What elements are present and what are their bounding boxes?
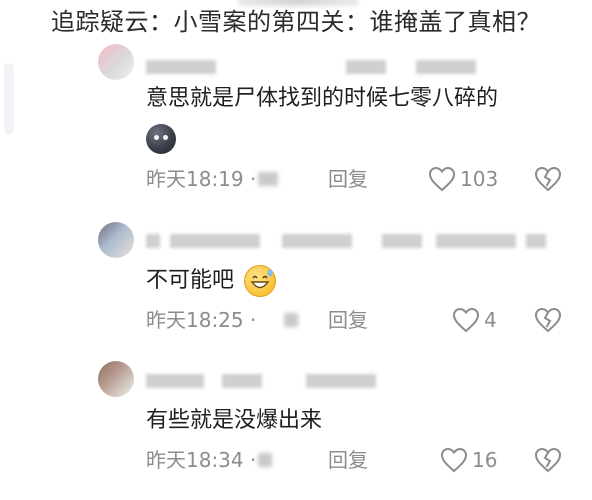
- comment-timestamp: 昨天18:19 ·: [146, 167, 257, 191]
- broken-heart-icon: [534, 166, 562, 192]
- avatar[interactable]: [98, 222, 134, 258]
- comment-timestamp: 昨天18:34 ·: [146, 448, 257, 472]
- avatar[interactable]: [98, 44, 134, 80]
- location-blurred: [258, 172, 278, 186]
- location-blurred: [284, 313, 298, 327]
- dislike-button[interactable]: [534, 166, 562, 196]
- sticker-emoji: [146, 124, 176, 154]
- like-button[interactable]: 4: [452, 306, 497, 334]
- grinning-sweat-emoji: [244, 265, 276, 297]
- like-count: 16: [472, 448, 498, 472]
- username-blurred[interactable]: [146, 60, 476, 74]
- comment-text: 意思就是尸体找到的时候七零八碎的: [146, 86, 499, 111]
- reply-button[interactable]: 回复: [328, 446, 368, 474]
- reply-button[interactable]: 回复: [328, 165, 368, 193]
- page-title: 追踪疑云：小雪案的第四关：谁掩盖了真相？: [51, 8, 541, 36]
- avatar[interactable]: [98, 361, 134, 397]
- comment-text: 不可能吧: [146, 268, 235, 293]
- broken-heart-icon: [534, 447, 562, 473]
- dislike-button[interactable]: [534, 447, 562, 477]
- like-count: 4: [484, 308, 497, 332]
- location-blurred: [258, 453, 272, 467]
- username-blurred[interactable]: [146, 374, 386, 388]
- comment-timestamp: 昨天18:25 ·: [146, 308, 257, 332]
- dislike-button[interactable]: [534, 307, 562, 337]
- like-button[interactable]: 103: [428, 165, 498, 193]
- reply-button[interactable]: 回复: [328, 306, 368, 334]
- comment-text: 有些就是没爆出来: [146, 408, 323, 433]
- like-button[interactable]: 16: [440, 446, 497, 474]
- heart-outline-icon: [440, 447, 468, 473]
- username-blurred[interactable]: [146, 234, 546, 248]
- heart-outline-icon: [452, 307, 480, 333]
- scrollbar[interactable]: [4, 63, 14, 135]
- like-count: 103: [460, 167, 499, 191]
- broken-heart-icon: [534, 307, 562, 333]
- heart-outline-icon: [428, 166, 456, 192]
